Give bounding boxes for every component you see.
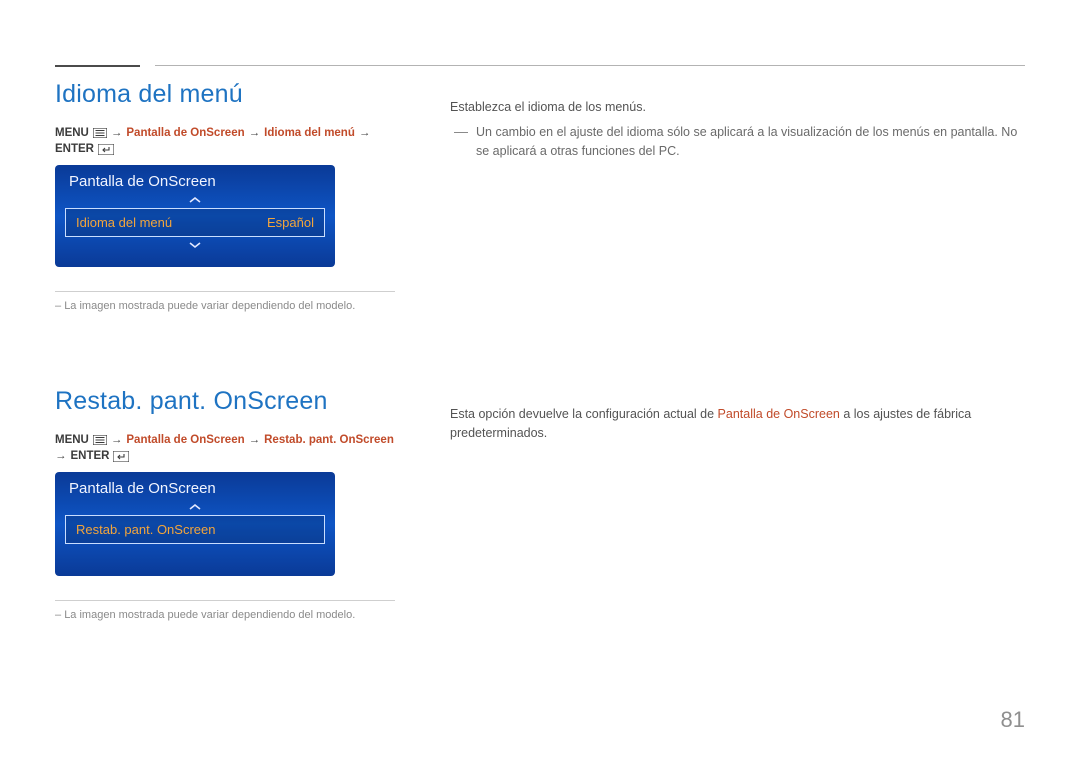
breadcrumb-pantalla: Pantalla de OnScreen bbox=[126, 127, 244, 139]
breadcrumb-menu-word: MENU bbox=[55, 434, 89, 446]
page-body: Idioma del menú MENU → Pantalla de OnScr… bbox=[0, 0, 1080, 651]
desc-idioma-note-text: Un cambio en el ajuste del idioma sólo s… bbox=[476, 125, 1017, 158]
section-idioma: Idioma del menú MENU → Pantalla de OnScr… bbox=[55, 80, 1025, 312]
caret-up-icon bbox=[65, 499, 325, 515]
breadcrumb-item: Idioma del menú bbox=[264, 127, 355, 139]
footnote-idioma: La imagen mostrada puede variar dependie… bbox=[55, 300, 395, 312]
breadcrumb-arrow: → bbox=[249, 127, 261, 139]
breadcrumb-menu-word: MENU bbox=[55, 127, 89, 139]
breadcrumb-enter-word: ENTER bbox=[55, 143, 94, 155]
breadcrumb-arrow: → bbox=[55, 450, 67, 462]
menu-icon bbox=[93, 435, 107, 445]
heading-restab: Restab. pant. OnScreen bbox=[55, 387, 395, 416]
desc-idioma-main: Establezca el idioma de los menús. bbox=[450, 98, 1025, 117]
breadcrumb-arrow: → bbox=[249, 434, 261, 446]
enter-icon bbox=[113, 451, 129, 462]
breadcrumb-restab: MENU → Pantalla de OnScreen → Restab. pa… bbox=[55, 434, 395, 462]
note-dash-icon bbox=[454, 132, 468, 133]
header-rule-short bbox=[55, 65, 140, 67]
header-rule-long bbox=[155, 65, 1025, 66]
osd-preview-idioma: Pantalla de OnScreen Idioma del menú Esp… bbox=[55, 165, 335, 267]
divider bbox=[55, 600, 395, 601]
desc-restab-pre: Esta opción devuelve la configuración ac… bbox=[450, 407, 718, 421]
osd-bottom-pad bbox=[65, 544, 325, 562]
osd-item-label: Restab. pant. OnScreen bbox=[76, 522, 215, 537]
osd-item-value: Español bbox=[267, 215, 314, 230]
breadcrumb-arrow: → bbox=[111, 127, 123, 139]
breadcrumb-enter-word: ENTER bbox=[71, 450, 110, 462]
desc-restab: Esta opción devuelve la configuración ac… bbox=[450, 405, 1025, 443]
footnote-restab: La imagen mostrada puede variar dependie… bbox=[55, 609, 395, 621]
divider bbox=[55, 291, 395, 292]
osd-item-restab: Restab. pant. OnScreen bbox=[65, 515, 325, 544]
osd-item-idioma: Idioma del menú Español bbox=[65, 208, 325, 237]
caret-up-icon bbox=[65, 192, 325, 208]
osd-preview-restab: Pantalla de OnScreen Restab. pant. OnScr… bbox=[55, 472, 335, 576]
breadcrumb-item: Restab. pant. OnScreen bbox=[264, 434, 394, 446]
desc-restab-link: Pantalla de OnScreen bbox=[718, 407, 840, 421]
section-idioma-right: Establezca el idioma de los menús. Un ca… bbox=[450, 80, 1025, 160]
section-restab-right: Esta opción devuelve la configuración ac… bbox=[450, 387, 1025, 449]
enter-icon bbox=[98, 144, 114, 155]
breadcrumb-pantalla: Pantalla de OnScreen bbox=[126, 434, 244, 446]
caret-down-icon bbox=[65, 237, 325, 253]
breadcrumb-arrow: → bbox=[359, 127, 371, 139]
osd-title: Pantalla de OnScreen bbox=[65, 173, 325, 190]
page-number: 81 bbox=[1001, 707, 1025, 733]
osd-item-label: Idioma del menú bbox=[76, 215, 172, 230]
section-restab-left: Restab. pant. OnScreen MENU → Pantalla d… bbox=[55, 387, 395, 621]
desc-idioma-note: Un cambio en el ajuste del idioma sólo s… bbox=[450, 123, 1025, 161]
breadcrumb-idioma: MENU → Pantalla de OnScreen → Idioma del… bbox=[55, 127, 395, 155]
section-restab: Restab. pant. OnScreen MENU → Pantalla d… bbox=[55, 387, 1025, 621]
breadcrumb-arrow: → bbox=[111, 434, 123, 446]
menu-icon bbox=[93, 128, 107, 138]
osd-title: Pantalla de OnScreen bbox=[65, 480, 325, 497]
section-idioma-left: Idioma del menú MENU → Pantalla de OnScr… bbox=[55, 80, 395, 312]
heading-idioma: Idioma del menú bbox=[55, 80, 395, 109]
